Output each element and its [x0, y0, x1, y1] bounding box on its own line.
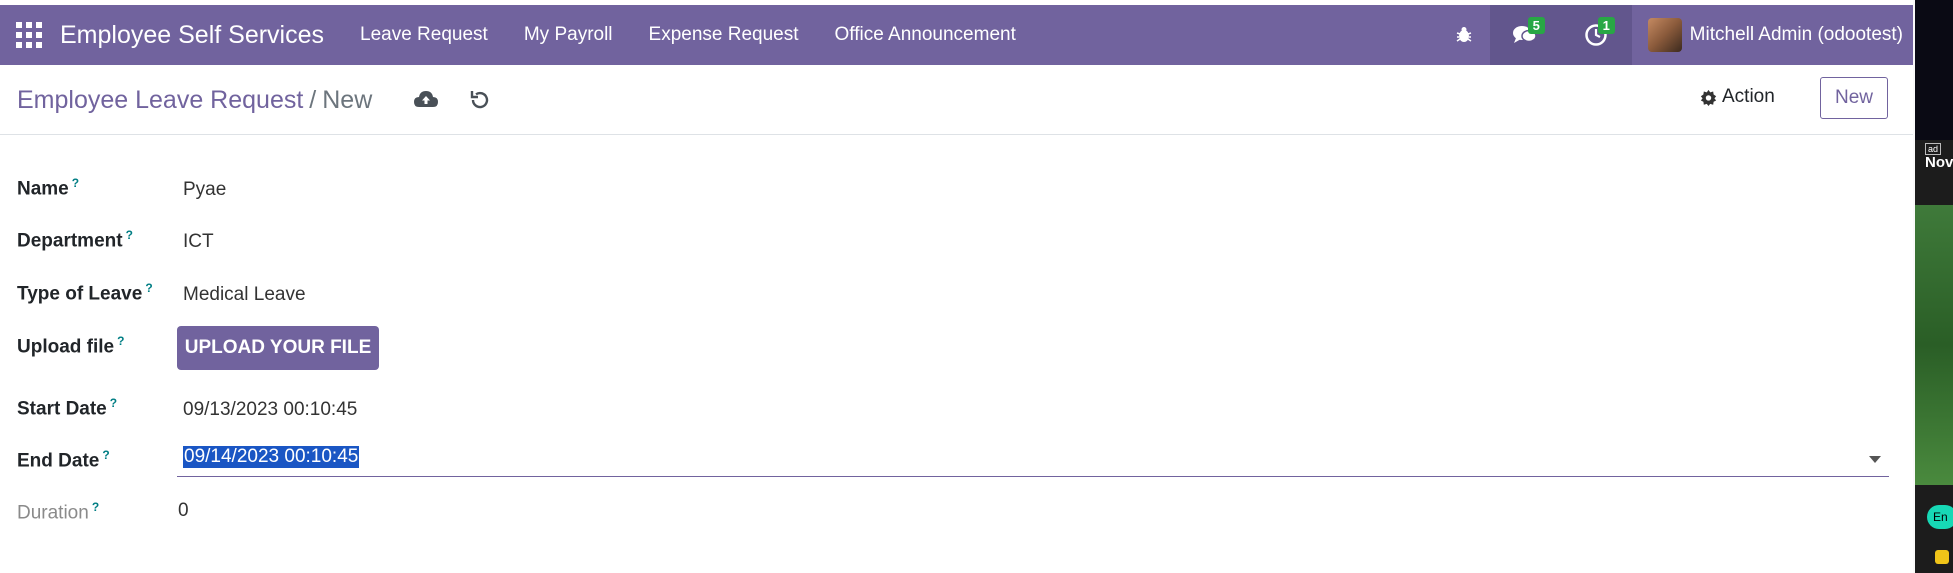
cloud-upload-icon[interactable]: [413, 88, 439, 112]
ad-headline[interactable]: Nov: [1925, 154, 1953, 171]
upload-file-button[interactable]: UPLOAD YOUR FILE: [177, 326, 379, 370]
end-date-value: 09/14/2023 00:10:45: [183, 446, 360, 468]
top-navbar: Employee Self Services Leave Request My …: [0, 5, 1913, 65]
ad-button[interactable]: En: [1927, 505, 1953, 529]
user-name: Mitchell Admin (odootest): [1689, 24, 1903, 45]
breadcrumb: Employee Leave Request / New: [17, 86, 372, 115]
field-duration-label: Duration?: [17, 500, 100, 524]
help-icon[interactable]: ?: [102, 448, 109, 462]
action-button[interactable]: Action: [1700, 86, 1775, 108]
activities-button[interactable]: 1: [1559, 5, 1632, 65]
menu-leave-request[interactable]: Leave Request: [360, 24, 488, 46]
breadcrumb-separator: /: [309, 86, 317, 114]
bug-icon: [1456, 27, 1472, 42]
field-type-of-leave-value[interactable]: Medical Leave: [183, 284, 306, 306]
help-icon[interactable]: ?: [145, 281, 152, 295]
menu-expense-request[interactable]: Expense Request: [649, 24, 799, 46]
apps-menu-icon[interactable]: [16, 22, 42, 48]
breadcrumb-parent[interactable]: Employee Leave Request: [17, 86, 303, 114]
user-menu[interactable]: Mitchell Admin (odootest): [1632, 5, 1913, 65]
app-name[interactable]: Employee Self Services: [60, 21, 324, 50]
end-date-input[interactable]: 09/14/2023 00:10:45: [177, 442, 1889, 477]
debug-icon[interactable]: [1438, 5, 1490, 65]
breadcrumb-current: New: [322, 86, 373, 114]
menu-my-payroll[interactable]: My Payroll: [524, 24, 613, 46]
field-start-date-value[interactable]: 09/13/2023 00:10:45: [183, 399, 357, 421]
control-panel: Employee Leave Request / New Action New: [0, 66, 1913, 135]
field-type-of-leave-label: Type of Leave?: [17, 281, 153, 305]
help-icon[interactable]: ?: [92, 500, 99, 514]
help-icon[interactable]: ?: [126, 228, 133, 242]
field-department-label: Department?: [17, 228, 133, 252]
field-name-label: Name?: [17, 176, 80, 200]
field-department-value[interactable]: ICT: [183, 231, 214, 253]
activities-count-badge: 1: [1597, 17, 1615, 34]
field-end-date-label: End Date?: [17, 448, 110, 472]
gear-icon: [1700, 89, 1717, 106]
menu-office-announcement[interactable]: Office Announcement: [835, 24, 1016, 46]
avatar: [1647, 18, 1682, 52]
caret-down-icon[interactable]: [1869, 456, 1881, 463]
field-start-date-label: Start Date?: [17, 396, 118, 420]
side-ad-panel: ad Nov En: [1915, 0, 1953, 573]
field-duration-value: 0: [178, 500, 189, 521]
help-icon[interactable]: ?: [72, 176, 79, 190]
ad-badge-icon: [1935, 550, 1949, 564]
help-icon[interactable]: ?: [117, 334, 124, 348]
messages-button[interactable]: 5: [1489, 5, 1560, 65]
help-icon[interactable]: ?: [110, 396, 117, 410]
field-upload-file-label: Upload file?: [17, 334, 125, 358]
ad-image[interactable]: [1915, 205, 1953, 485]
field-name-value[interactable]: Pyae: [183, 179, 226, 201]
ad-dark-area: [1915, 0, 1953, 140]
messages-count-badge: 5: [1527, 17, 1545, 34]
new-button[interactable]: New: [1820, 77, 1888, 119]
action-label: Action: [1722, 86, 1775, 107]
undo-icon[interactable]: [468, 88, 492, 112]
